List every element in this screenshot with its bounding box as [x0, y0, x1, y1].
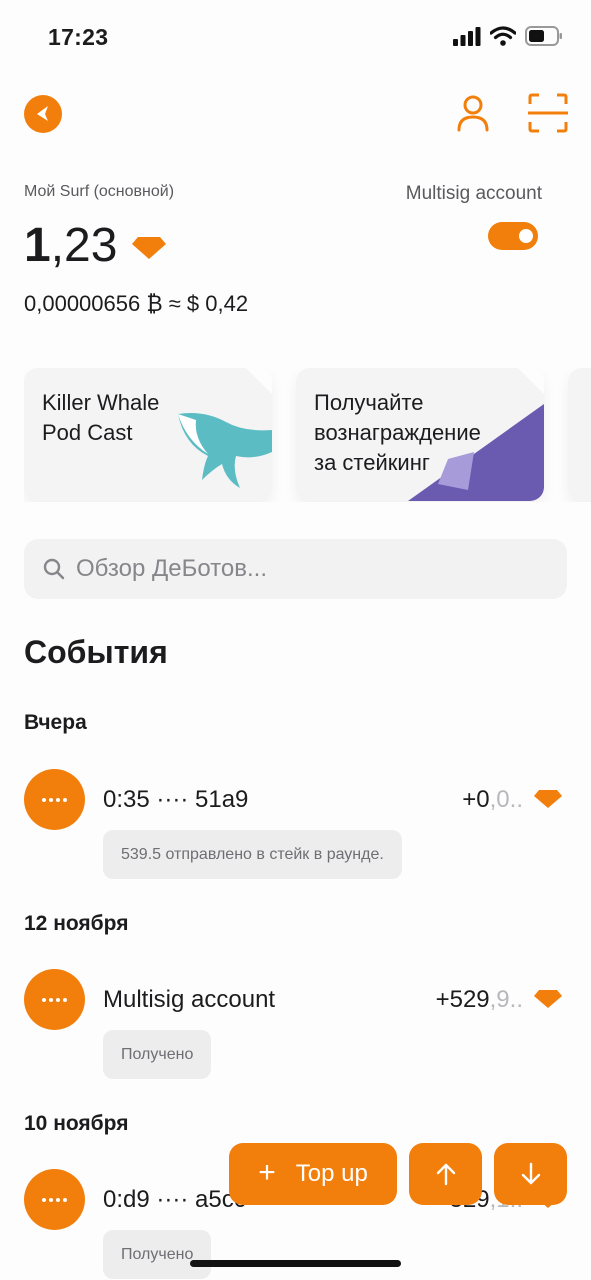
back-arrow-icon: [37, 106, 48, 121]
multisig-label: Multisig account: [405, 183, 542, 204]
event-note: 539.5 отправлено в стейк в раунде.: [103, 830, 402, 879]
arrow-up-icon: [436, 1163, 455, 1186]
card-text: Получайте вознаграждение за стейкинг: [314, 388, 481, 478]
scan-button[interactable]: [527, 92, 569, 134]
top-up-label: Top up: [295, 1160, 368, 1187]
day-label: 10 ноября: [24, 1112, 129, 1135]
amount-fade: ,9..: [489, 986, 523, 1013]
event-amount: +529,9..: [436, 986, 523, 1014]
home-indicator[interactable]: [190, 1260, 401, 1267]
person-icon: [457, 95, 489, 132]
card-line: Killer Whale: [42, 390, 160, 415]
signal-icon: [453, 26, 481, 46]
status-icons: [453, 26, 563, 46]
search-placeholder: Обзор ДеБотов...: [76, 555, 267, 582]
day-label: 12 ноября: [24, 912, 129, 935]
event-title[interactable]: Multisig account: [103, 986, 275, 1014]
battery-icon: [525, 26, 562, 46]
account-name: Мой Surf (основной): [24, 183, 175, 200]
fiat-equivalent: 0,00000656 ₿ ≈ $ 0,42: [24, 291, 249, 316]
card-line: за стейкинг: [314, 450, 430, 475]
card-line: вознаграждение: [314, 420, 481, 445]
send-button[interactable]: [409, 1143, 482, 1205]
search-icon: [43, 558, 65, 580]
multisig-toggle[interactable]: [488, 222, 538, 250]
event-amount: +0,0..: [462, 786, 523, 814]
crystal-icon: [534, 990, 562, 1008]
balance-integer: 1: [24, 219, 51, 272]
plus-icon: +: [258, 1155, 276, 1189]
promo-card-podcast[interactable]: Killer Whale Pod Cast: [24, 368, 272, 501]
event-avatar[interactable]: [24, 769, 85, 830]
more-dots-icon: [42, 797, 67, 802]
toggle-knob: [519, 229, 533, 243]
scan-icon: [528, 93, 568, 133]
status-bar: 17:23: [0, 0, 591, 75]
amount-fade: ,0..: [489, 786, 523, 813]
promo-card-staking[interactable]: Получайте вознаграждение за стейкинг: [296, 368, 544, 501]
amount-main: +0: [462, 786, 490, 813]
top-header: [0, 90, 591, 140]
day-label: Вчера: [24, 711, 87, 734]
promo-carousel[interactable]: Killer Whale Pod Cast Получайте вознагра…: [24, 368, 591, 502]
card-text: Killer Whale Pod Cast: [42, 388, 159, 448]
top-up-button[interactable]: + Top up: [229, 1143, 397, 1205]
balance-fraction: ,23: [50, 219, 118, 272]
whale-icon: [178, 413, 272, 488]
event-avatar[interactable]: [24, 969, 85, 1030]
promo-card-partial[interactable]: [568, 368, 591, 501]
crystal-icon: [534, 790, 562, 808]
back-button[interactable]: [24, 95, 62, 133]
status-time: 17:23: [48, 24, 109, 50]
receive-button[interactable]: [494, 1143, 567, 1205]
event-note: Получено: [103, 1230, 212, 1279]
wifi-icon: [490, 26, 516, 46]
card-line: Pod Cast: [42, 420, 133, 445]
event-title[interactable]: 0:35 ···· 51a9: [103, 786, 248, 814]
more-dots-icon: [42, 997, 67, 1002]
balance: 1 ,23: [24, 218, 167, 273]
events-title: События: [24, 634, 168, 670]
action-bar: + Top up: [0, 1143, 591, 1205]
amount-main: +529: [435, 986, 490, 1013]
event-note: Получено: [103, 1030, 212, 1079]
crystal-icon: [132, 236, 167, 259]
debot-search[interactable]: Обзор ДеБотов...: [24, 539, 567, 599]
card-line: Получайте: [314, 390, 424, 415]
arrow-down-icon: [521, 1162, 540, 1185]
profile-button[interactable]: [452, 92, 494, 134]
